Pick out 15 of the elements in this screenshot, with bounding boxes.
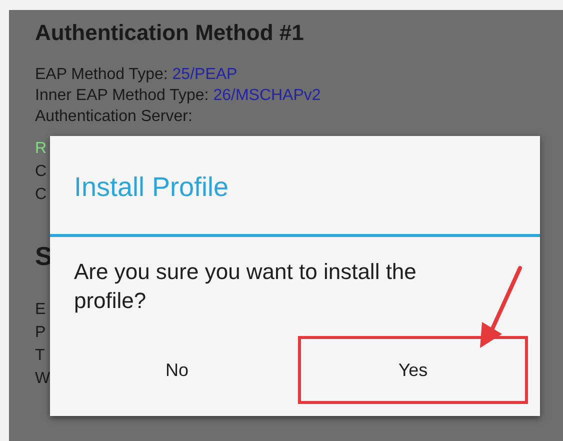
dialog-button[interactable]: No <box>62 336 292 404</box>
partial-text: T <box>35 346 45 366</box>
partial-text: C <box>35 162 47 182</box>
dialog-message: Are you sure you want to install the profile? <box>74 258 418 315</box>
partial-text: W <box>35 369 50 389</box>
dialog-title: Install Profile <box>73 171 230 204</box>
partial-text: E <box>35 300 46 320</box>
partial-text: R <box>35 139 47 159</box>
server-label: Authentication Server: <box>35 107 194 127</box>
field-row-text: EAP Method Type: 25/PEAP <box>35 65 238 85</box>
partial-text: C <box>35 185 47 205</box>
field-row-text: Inner EAP Method Type: 26/MSCHAPv2 <box>35 86 322 106</box>
dialog-button[interactable]: Yes <box>298 336 528 404</box>
partial-text: P <box>35 323 46 343</box>
section-heading: Authentication Method #1 <box>35 19 305 47</box>
